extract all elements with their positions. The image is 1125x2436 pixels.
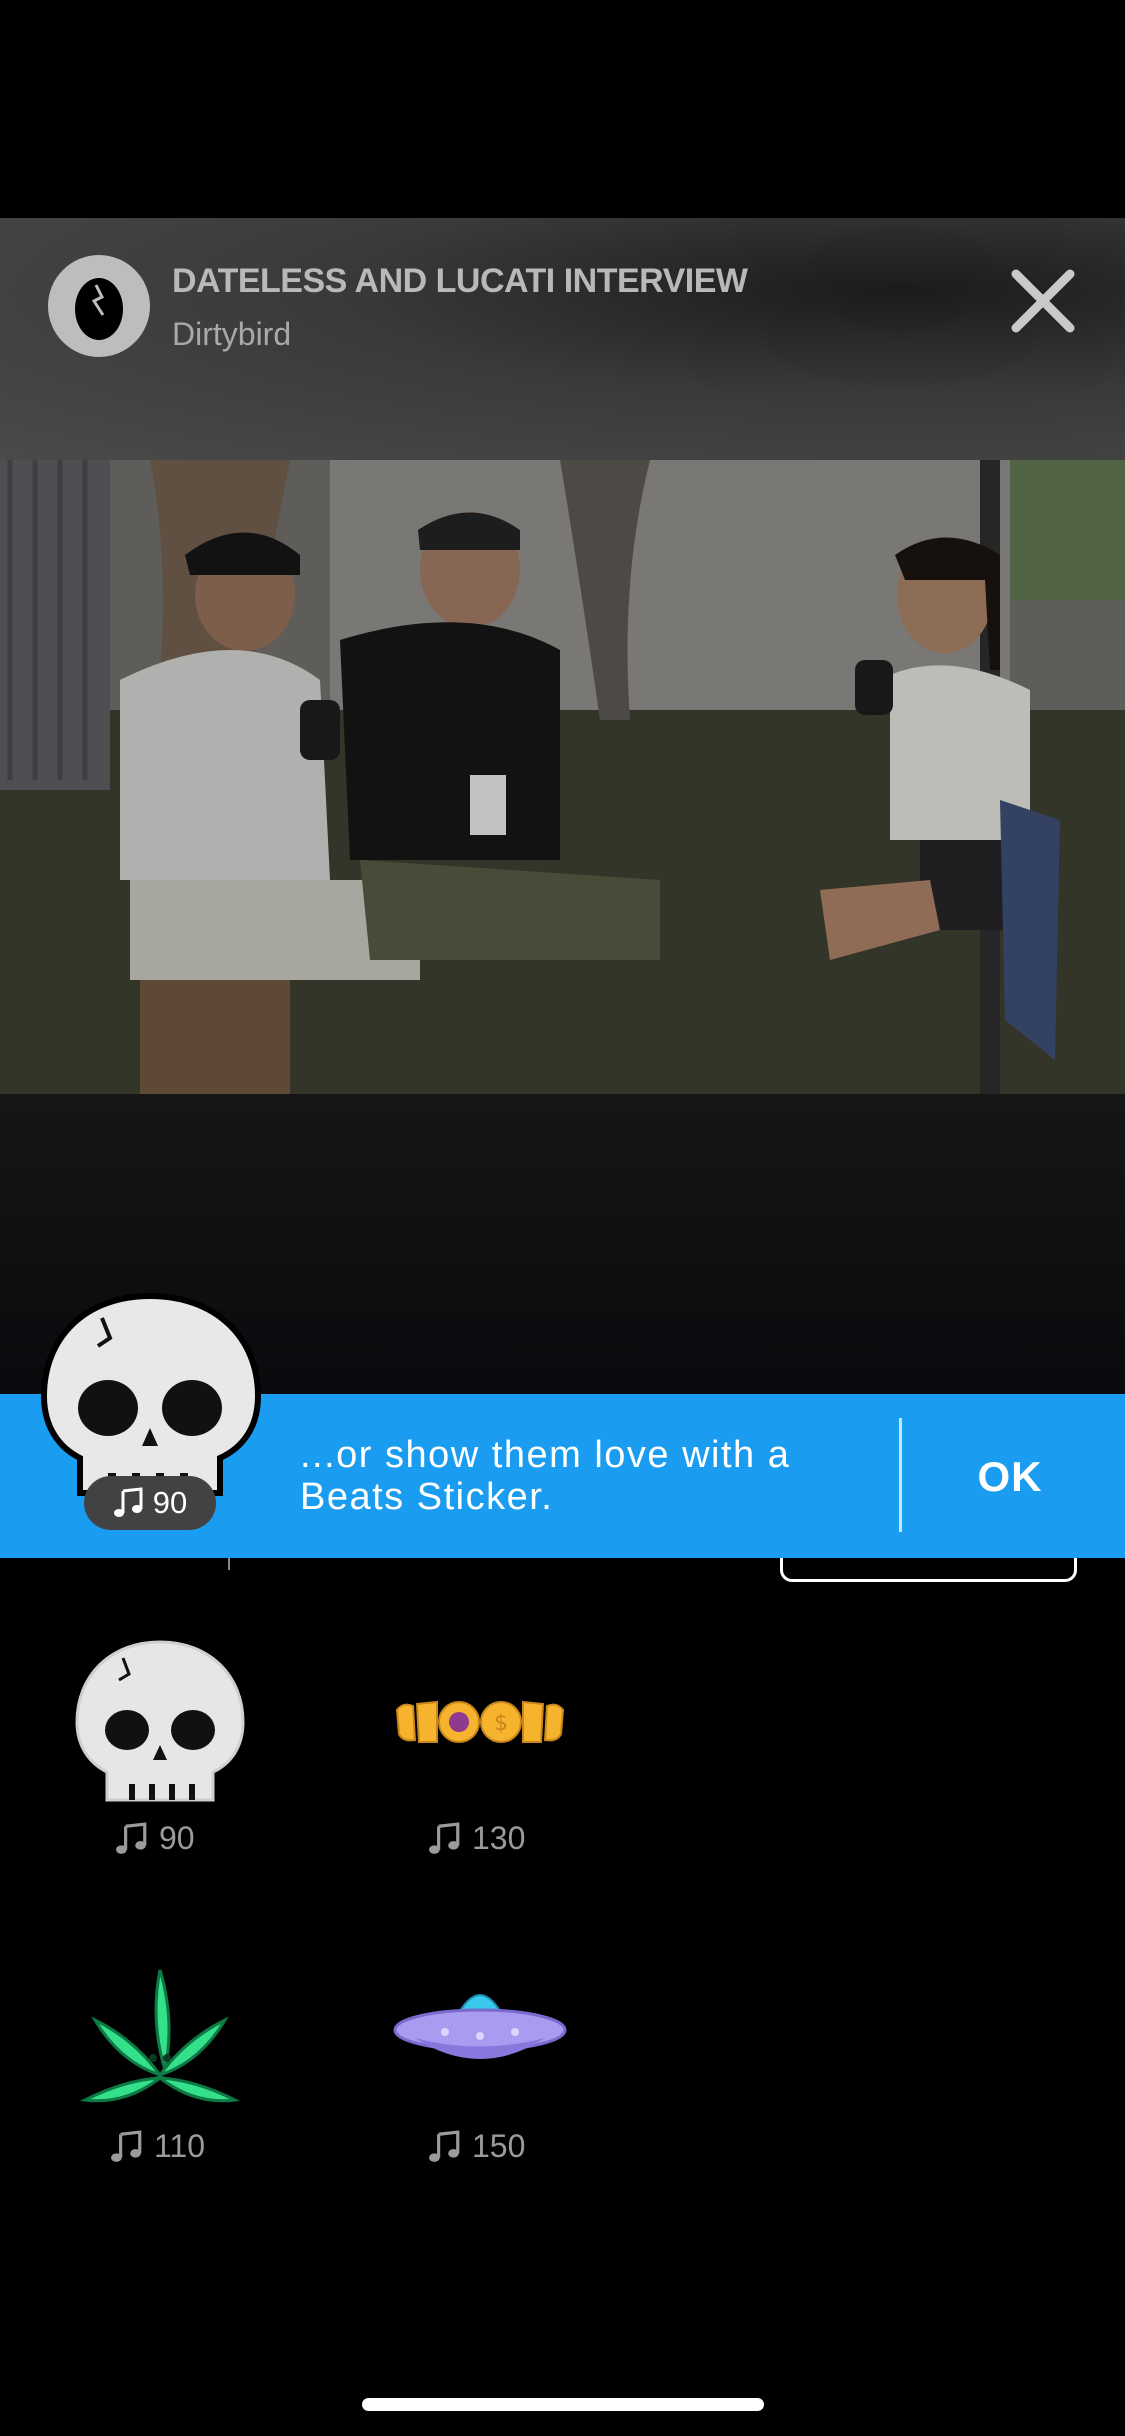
ok-button[interactable]: OK xyxy=(940,1442,1080,1512)
sticker-skull[interactable] xyxy=(65,1630,255,1820)
featured-sticker-price-value: 90 xyxy=(152,1485,188,1520)
sticker-leaf[interactable] xyxy=(65,1950,255,2140)
banner-divider xyxy=(899,1418,902,1532)
video-title: DATELESS AND LUCATI INTERVIEW xyxy=(172,262,748,300)
music-note-icon xyxy=(429,2129,460,2162)
banner-message: ...or show them love with a Beats Sticke… xyxy=(300,1434,880,1518)
svg-text:$: $ xyxy=(494,1711,508,1736)
skull-sticker-icon xyxy=(30,1288,270,1508)
channel-avatar[interactable] xyxy=(48,255,150,357)
skull-sticker-icon xyxy=(75,1640,245,1802)
sticker-price-ufo: 150 xyxy=(428,2128,525,2165)
sticker-price-value: 90 xyxy=(159,1820,195,1856)
video-player[interactable] xyxy=(0,460,1125,1094)
gold-grill-sticker-icon: $ xyxy=(395,1700,565,1743)
close-button[interactable] xyxy=(1006,264,1080,338)
sticker-ufo[interactable] xyxy=(385,1950,575,2140)
sticker-price-leaf: 110 xyxy=(110,2128,205,2165)
video-frame xyxy=(0,460,1125,1094)
sticker-price-grill: 130 xyxy=(428,1820,525,1857)
music-note-icon xyxy=(116,1821,147,1854)
leaf-sticker-icon xyxy=(79,1969,241,2103)
banner-message-line2: Beats Sticker. xyxy=(300,1476,554,1518)
close-icon xyxy=(1011,269,1075,333)
music-note-icon xyxy=(111,2129,142,2162)
home-indicator[interactable] xyxy=(362,2398,764,2411)
featured-sticker-price: 90 xyxy=(84,1476,216,1530)
ufo-sticker-icon xyxy=(393,1994,567,2059)
music-note-icon xyxy=(113,1487,143,1517)
video-header: DATELESS AND LUCATI INTERVIEW Dirtybird xyxy=(0,218,1125,460)
egg-logo-icon xyxy=(75,278,123,340)
sticker-gold-grill[interactable]: $ xyxy=(385,1630,575,1820)
sticker-price-value: 130 xyxy=(472,1820,526,1856)
sticker-price-value: 150 xyxy=(472,2128,526,2164)
channel-name[interactable]: Dirtybird xyxy=(172,316,291,353)
sticker-price-value: 110 xyxy=(154,2128,206,2164)
sticker-price-skull: 90 xyxy=(115,1820,195,1857)
music-note-icon xyxy=(429,1821,460,1854)
banner-message-line1: ...or show them love with a xyxy=(300,1434,791,1476)
tab-indicator xyxy=(228,1558,230,1570)
